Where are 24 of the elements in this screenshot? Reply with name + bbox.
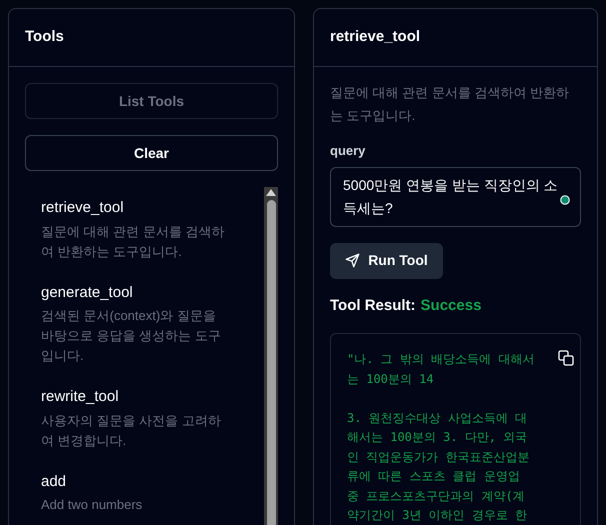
tool-description: Add two numbers [41,496,144,514]
tool-description: 질문에 대해 관련 문서를 검색하여 반환하는 도구입니다. [330,84,570,125]
copy-icon[interactable] [558,350,574,366]
run-tool-button[interactable]: Run Tool [330,242,443,278]
panel-title: Tools [25,27,64,48]
panel-title: retrieve_tool [330,27,420,48]
tool-name[interactable]: generate_tool [41,282,264,304]
scrollbar-thumb[interactable] [266,200,276,525]
query-field[interactable]: 5000만원 연봉을 받는 직장인의 소득세는? [330,166,581,226]
tool-description: 사용자의 질문을 사전을 고려하여 변경합니다. [41,412,222,450]
send-icon [345,253,360,268]
scrollbar[interactable] [264,187,278,525]
panel-button[interactable]: Clear [25,135,278,171]
result-label: Tool Result: [330,296,416,316]
tool-name[interactable]: rewrite_tool [41,386,264,408]
field-label: query [330,142,366,160]
tool-description: 질문에 대해 관련 문서를 검색하여 반환하는 도구입니다. [41,222,226,260]
tool-description: 검색된 문서(context)와 질문을 바탕으로 응답을 생성하는 도구입니다. [41,307,222,365]
result-text: "나. 그 밖의 배당소득에 대해서 는 100분의 14 3. 원천징수대상 사업소득에 대 해서는 100분의 3. 다만, 외국 인 직업운동가가 한국표준산업분 류에 따른 스포츠 클럽 운영업 중 프로스포츠구단과의 계약(계 약기간이 3년 이하인 경우로 한 [347,351,534,524]
tool-name[interactable]: retrieve_tool [41,197,264,220]
status-dot-icon [560,194,570,204]
tool-name[interactable]: add [41,470,264,493]
result-status: Success [420,296,482,316]
scroll-up-icon[interactable] [266,189,276,196]
